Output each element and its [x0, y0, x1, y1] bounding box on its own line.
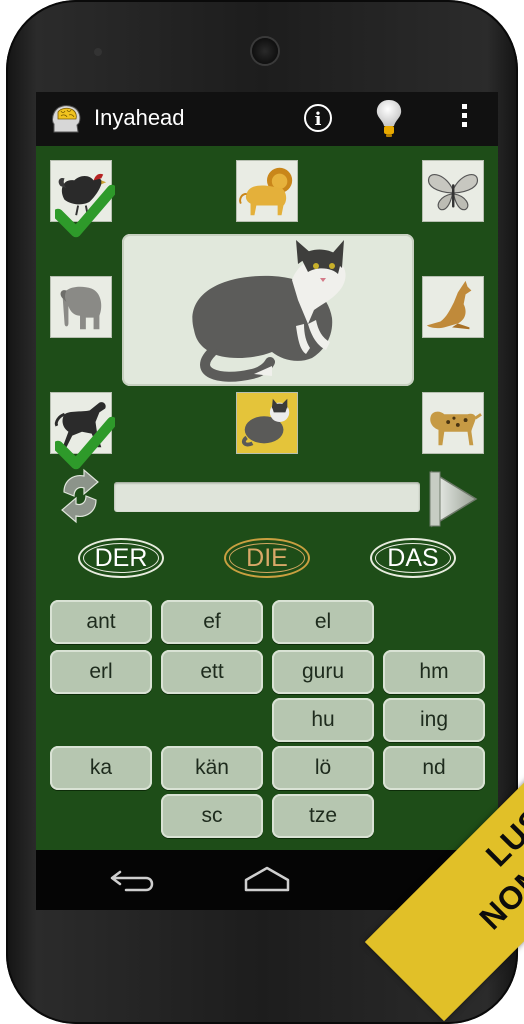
syllable-button[interactable]: lö: [272, 746, 374, 790]
refresh-icon[interactable]: [54, 468, 106, 524]
article-die-label: DIE: [246, 544, 288, 572]
current-word-card: [122, 234, 414, 386]
info-icon[interactable]: i: [304, 104, 332, 132]
animal-tile-hen[interactable]: [50, 160, 115, 238]
syllable-button[interactable]: hu: [272, 698, 374, 742]
animal-tile-kangaroo[interactable]: [422, 276, 484, 338]
animal-tile-butterfly[interactable]: [422, 160, 484, 222]
action-bar: Inyahead i: [36, 92, 498, 146]
earpiece-speaker: [252, 38, 278, 64]
syllable-button[interactable]: nd: [383, 746, 485, 790]
article-das-label: DAS: [387, 544, 439, 572]
progress-bar: [114, 482, 420, 512]
animal-tile-cat[interactable]: [236, 392, 298, 454]
animal-tile-dog[interactable]: [422, 392, 484, 454]
syllable-button[interactable]: guru: [272, 650, 374, 694]
dog-image: [430, 411, 482, 446]
syllable-button[interactable]: hm: [383, 650, 485, 694]
cat-image: [241, 398, 290, 447]
overflow-menu-icon[interactable]: [456, 104, 472, 134]
home-nav-icon[interactable]: [242, 864, 292, 894]
article-die-button[interactable]: DIE: [224, 538, 310, 578]
syllable-button[interactable]: tze: [272, 794, 374, 838]
cat-image-large: [192, 240, 346, 382]
syllable-button[interactable]: el: [272, 600, 374, 644]
syllable-button[interactable]: erl: [50, 650, 152, 694]
article-das-button[interactable]: DAS: [370, 538, 456, 578]
lightbulb-icon[interactable]: [374, 98, 404, 138]
screen: Inyahead i DER DIE DAS ant ef el erl ett…: [36, 92, 498, 910]
checkmark-icon: [55, 184, 115, 238]
syllable-button[interactable]: ant: [50, 600, 152, 644]
syllable-button[interactable]: ett: [161, 650, 263, 694]
animal-tile-lion[interactable]: [236, 160, 298, 222]
syllable-button[interactable]: ka: [50, 746, 152, 790]
front-sensor: [94, 48, 102, 56]
checkmark-icon: [55, 416, 115, 470]
syllable-button[interactable]: ef: [161, 600, 263, 644]
animal-tile-elephant[interactable]: [50, 276, 112, 338]
app-title: Inyahead: [94, 105, 185, 130]
butterfly-image: [428, 174, 478, 211]
syllable-button[interactable]: kän: [161, 746, 263, 790]
lion-image: [239, 167, 293, 216]
back-nav-icon[interactable]: [108, 866, 158, 894]
game-board: DER DIE DAS ant ef el erl ett guru hm hu…: [36, 146, 498, 850]
syllable-button[interactable]: sc: [161, 794, 263, 838]
head-brain-icon[interactable]: [50, 102, 84, 136]
elephant-image: [60, 286, 102, 330]
kangaroo-image: [426, 280, 472, 330]
animal-tile-horse[interactable]: [50, 392, 115, 470]
next-arrow-icon[interactable]: [428, 468, 480, 530]
syllable-button[interactable]: ing: [383, 698, 485, 742]
info-glyph: i: [314, 109, 322, 130]
article-der-label: DER: [94, 544, 148, 572]
article-der-button[interactable]: DER: [78, 538, 164, 578]
